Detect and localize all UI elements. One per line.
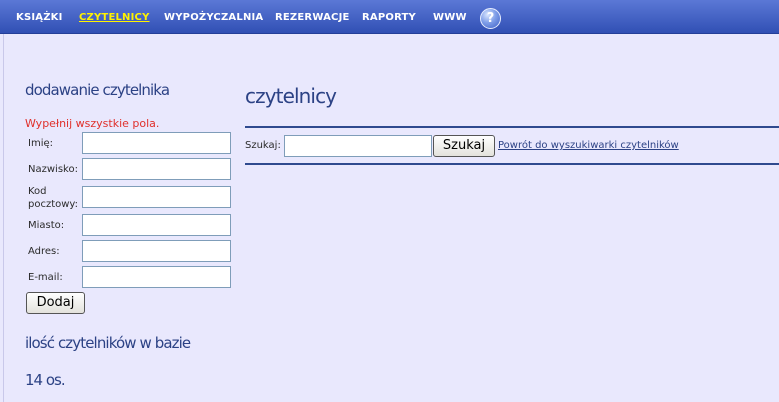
nav-item-reservations[interactable]: REZERWACJE xyxy=(275,12,350,23)
reader-count-title: ilość czytelników w bazie xyxy=(25,334,191,352)
help-icon[interactable]: ? xyxy=(480,8,501,29)
email-label: E-mail: xyxy=(28,272,63,283)
nav-item-reports[interactable]: RAPORTY xyxy=(362,12,416,23)
page-title: czytelnicy xyxy=(245,84,337,108)
city-field[interactable] xyxy=(82,214,231,236)
nav-item-readers[interactable]: CZYTELNICY xyxy=(79,12,150,23)
search-input[interactable] xyxy=(284,135,432,157)
postal-code-label-line1: Kod xyxy=(28,186,47,197)
last-name-label: Nazwisko: xyxy=(28,164,78,175)
email-field[interactable] xyxy=(82,266,231,288)
nav-item-loans[interactable]: WYPOŻYCZALNIA xyxy=(164,12,263,23)
divider-top xyxy=(245,126,779,128)
search-button[interactable]: Szukaj xyxy=(433,135,495,157)
top-nav-bar: KSIĄŻKI CZYTELNICY WYPOŻYCZALNIA REZERWA… xyxy=(0,0,779,34)
reader-count-value: 14 os. xyxy=(25,371,66,389)
page-left-border xyxy=(0,34,4,402)
add-reader-button[interactable]: Dodaj xyxy=(26,292,85,314)
nav-item-books[interactable]: KSIĄŻKI xyxy=(16,12,63,23)
postal-code-label-line2: pocztowy: xyxy=(28,199,78,210)
form-error-message: Wypełnij wszystkie pola. xyxy=(25,117,160,130)
last-name-field[interactable] xyxy=(82,158,231,180)
city-label: Miasto: xyxy=(28,220,65,231)
postal-code-field[interactable] xyxy=(82,186,231,208)
add-reader-title: dodawanie czytelnika xyxy=(25,81,170,99)
first-name-label: Imię: xyxy=(28,138,53,149)
nav-item-www[interactable]: WWW xyxy=(433,12,467,23)
search-label: Szukaj: xyxy=(245,140,281,151)
address-field[interactable] xyxy=(82,240,231,262)
address-label: Adres: xyxy=(28,246,60,257)
back-to-reader-search-link[interactable]: Powrót do wyszukiwarki czytelników xyxy=(498,140,679,151)
divider-bottom xyxy=(245,163,779,165)
first-name-field[interactable] xyxy=(82,132,231,154)
postal-code-label: Kod pocztowy: xyxy=(28,185,78,211)
